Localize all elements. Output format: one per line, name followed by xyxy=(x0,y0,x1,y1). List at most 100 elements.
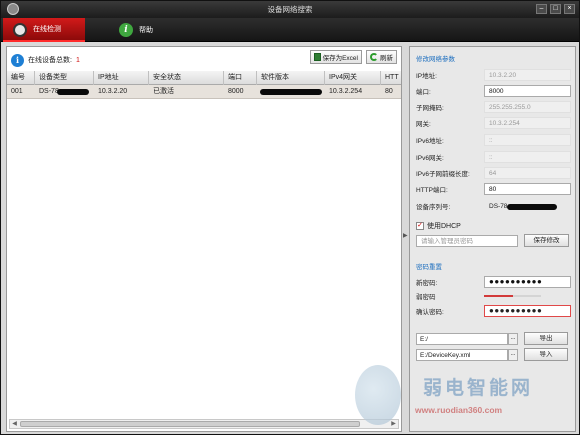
port-row: 端口: 8000 xyxy=(416,85,571,97)
dhcp-label: 使用DHCP xyxy=(427,223,461,230)
export-path-input[interactable]: E:/ xyxy=(416,333,508,345)
main-toolbar: 在线检测 i 帮助 xyxy=(1,18,579,42)
dhcp-checkbox[interactable]: ✓ xyxy=(416,222,424,230)
panel-splitter-icon[interactable]: ▶ xyxy=(403,232,408,242)
scroll-left-icon[interactable]: ◀ xyxy=(10,420,19,428)
device-count: 1 xyxy=(75,56,80,64)
cell-gateway: 10.3.2.254 xyxy=(329,88,363,95)
http-port-row: HTTP端口: 80 xyxy=(416,183,571,195)
ipv6-row: IPv6地址: :: xyxy=(416,134,571,146)
window-controls: – □ × xyxy=(536,4,575,14)
admin-password-input[interactable]: 请输入管理员密码 xyxy=(416,235,518,247)
minimize-icon[interactable]: – xyxy=(536,4,547,14)
ipv6-field[interactable]: :: xyxy=(484,134,571,146)
http-port-field[interactable]: 80 xyxy=(484,183,571,195)
tab-online-label: 在线检测 xyxy=(33,26,61,33)
app-window: 设备网络搜索 – □ × 在线检测 i 帮助 i 在线设备总数: 1 保存为Ex… xyxy=(0,0,580,435)
dhcp-row: ✓ 使用DHCP xyxy=(416,220,571,232)
new-password-label: 新密码: xyxy=(416,280,438,287)
ip-label: IP地址: xyxy=(416,73,437,80)
import-browse-button[interactable]: ... xyxy=(508,349,518,361)
serial-label: 设备序列号: xyxy=(416,204,451,211)
excel-icon xyxy=(313,53,321,61)
column-header[interactable]: HTT xyxy=(381,71,401,85)
column-header[interactable]: 安全状态 xyxy=(149,71,224,85)
title-bar: 设备网络搜索 – □ × xyxy=(1,1,579,18)
ip-row: IP地址: 10.3.2.20 xyxy=(416,69,571,81)
app-logo-icon xyxy=(7,3,19,15)
modify-section-title: 修改网络参数 xyxy=(416,56,455,63)
ipv6-gateway-label: IPv6网关: xyxy=(416,155,444,162)
cell-port: 8000 xyxy=(228,88,244,95)
tab-help[interactable]: i 帮助 xyxy=(109,18,191,42)
device-list-panel: i 在线设备总数: 1 保存为Excel 刷新 编号 设备类型 IP地址 安全状… xyxy=(6,46,402,432)
http-port-label: HTTP端口: xyxy=(416,187,448,194)
port-field[interactable]: 8000 xyxy=(484,85,571,97)
device-summary: i 在线设备总数: 1 xyxy=(11,53,80,67)
device-type-text: DS-78 xyxy=(39,88,59,95)
new-password-field[interactable]: ●●●●●●●●●● xyxy=(484,276,571,288)
ipv6-prefix-row: IPv6子网前缀长度: 64 xyxy=(416,167,571,179)
import-button[interactable]: 导入 xyxy=(524,348,568,361)
ipv6-prefix-field[interactable]: 64 xyxy=(484,167,571,179)
help-info-icon: i xyxy=(119,23,133,37)
column-header[interactable]: 端口 xyxy=(224,71,257,85)
column-header[interactable]: IPv4网关 xyxy=(325,71,381,85)
mask-label: 子网掩码: xyxy=(416,105,444,112)
column-header[interactable]: IP地址 xyxy=(94,71,149,85)
maximize-icon[interactable]: □ xyxy=(550,4,561,14)
ipv6-gateway-field[interactable]: :: xyxy=(484,151,571,163)
settings-panel: 修改网络参数 IP地址: 10.3.2.20 端口: 8000 子网掩码: 25… xyxy=(409,46,576,432)
strength-label: 弱密码 xyxy=(416,294,436,301)
serial-row: 设备序列号: DS-78 xyxy=(416,200,571,212)
ipv6-gateway-row: IPv6网关: :: xyxy=(416,151,571,163)
save-changes-button[interactable]: 保存修改 xyxy=(524,234,569,247)
table-row[interactable]: 001 DS-78 10.3.2.20 已激活 8000 10.3.2.254 … xyxy=(7,85,401,99)
ip-field[interactable]: 10.3.2.20 xyxy=(484,69,571,81)
new-password-row: 新密码: ●●●●●●●●●● xyxy=(416,276,571,288)
scroll-thumb[interactable] xyxy=(20,421,360,427)
table-header: 编号 设备类型 IP地址 安全状态 端口 软件版本 IPv4网关 HTT xyxy=(7,71,401,85)
redaction-mark xyxy=(507,204,557,210)
ipv6-label: IPv6地址: xyxy=(416,138,444,145)
redaction-mark xyxy=(260,89,322,95)
mask-row: 子网掩码: 255.255.255.0 xyxy=(416,101,571,113)
save-excel-button[interactable]: 保存为Excel xyxy=(309,50,362,64)
gateway-row: 网关: 10.3.2.254 xyxy=(416,117,571,129)
refresh-label: 刷新 xyxy=(380,55,393,62)
save-excel-label: 保存为Excel xyxy=(322,55,358,62)
close-icon[interactable]: × xyxy=(564,4,575,14)
cell-security: 已激活 xyxy=(153,88,174,95)
column-header[interactable]: 设备类型 xyxy=(35,71,94,85)
gateway-label: 网关: xyxy=(416,121,431,128)
cell-no: 001 xyxy=(11,88,23,95)
cell-version xyxy=(257,85,325,99)
refresh-icon xyxy=(370,53,378,61)
cell-http: 80 xyxy=(385,88,393,95)
password-strength-bar xyxy=(484,295,541,297)
redaction-mark xyxy=(57,89,89,95)
column-header[interactable]: 编号 xyxy=(7,71,35,85)
export-browse-button[interactable]: ... xyxy=(508,333,518,345)
tab-help-label: 帮助 xyxy=(139,27,153,34)
refresh-button[interactable]: 刷新 xyxy=(366,50,397,64)
list-actions: 保存为Excel 刷新 xyxy=(309,50,397,64)
scroll-right-icon[interactable]: ▶ xyxy=(389,420,398,428)
password-strength-fill xyxy=(484,295,513,297)
port-label: 端口: xyxy=(416,89,431,96)
confirm-password-field[interactable]: ●●●●●●●●●● xyxy=(484,305,571,317)
window-title: 设备网络搜索 xyxy=(267,5,313,14)
online-detect-icon xyxy=(13,23,27,37)
confirm-password-label: 确认密码: xyxy=(416,309,444,316)
export-button[interactable]: 导出 xyxy=(524,332,568,345)
summary-label: 在线设备总数: xyxy=(28,57,72,64)
serial-text: DS-78 xyxy=(489,203,508,210)
ipv6-prefix-label: IPv6子网前缀长度: xyxy=(416,171,470,178)
horizontal-scrollbar[interactable]: ◀ ▶ xyxy=(9,419,399,429)
tab-online-detect[interactable]: 在线检测 xyxy=(3,18,85,42)
gateway-field[interactable]: 10.3.2.254 xyxy=(484,117,571,129)
import-path-input[interactable]: E:/DeviceKey.xml xyxy=(416,349,508,361)
mask-field[interactable]: 255.255.255.0 xyxy=(484,101,571,113)
cell-device-type: DS-78 xyxy=(35,85,94,99)
column-header[interactable]: 软件版本 xyxy=(257,71,325,85)
